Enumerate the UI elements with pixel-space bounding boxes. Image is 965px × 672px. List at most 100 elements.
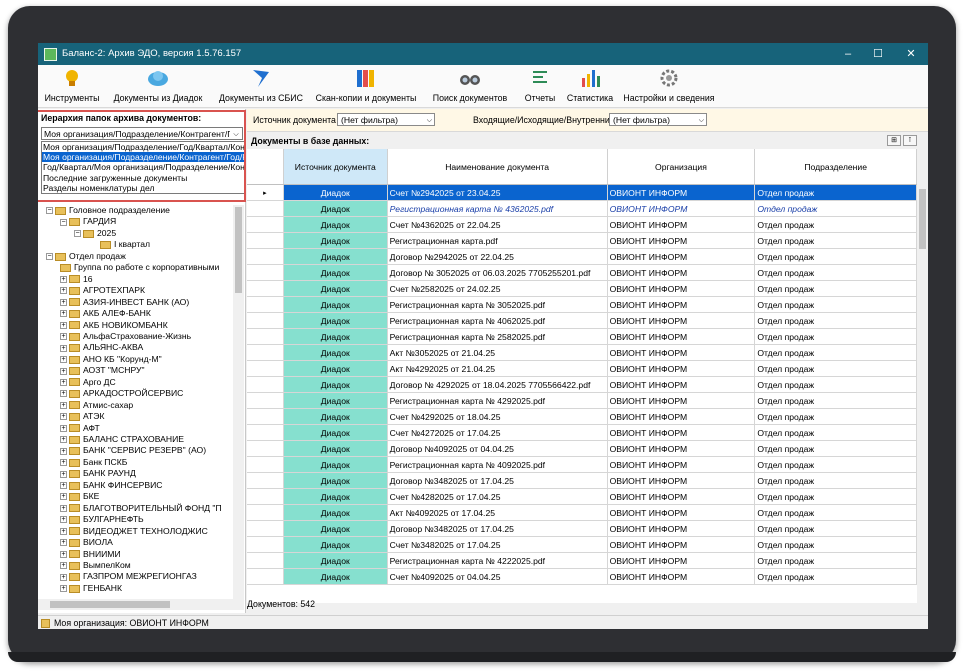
cell-document-name[interactable]: Регистрационная карта № 3052025.pdf	[387, 296, 608, 313]
expand-icon[interactable]: +	[60, 390, 67, 398]
cell-organization[interactable]: ОВИОНТ ИНФОРМ	[607, 376, 756, 393]
tree-node[interactable]: + ВИОЛА	[60, 537, 113, 548]
search-docs-button[interactable]: Поиск документов	[428, 67, 512, 105]
cell-source[interactable]: Диадок	[283, 312, 388, 329]
tree-node[interactable]: + ВИДЕОДЖЕТ ТЕХНОЛОДЖИС	[60, 526, 208, 537]
scroll-thumb[interactable]	[50, 601, 170, 608]
expand-icon[interactable]: +	[60, 287, 67, 295]
sbis-button[interactable]: Документы из СБИС	[216, 67, 306, 105]
cell-department[interactable]: Отдел продаж	[754, 536, 917, 553]
cell-department[interactable]: Отдел продаж	[754, 264, 917, 281]
cell-organization[interactable]: ОВИОНТ ИНФОРМ	[607, 568, 756, 585]
cell-department[interactable]: Отдел продаж	[754, 408, 917, 425]
cell-organization[interactable]: ОВИОНТ ИНФОРМ	[607, 200, 756, 217]
row-indicator[interactable]	[247, 248, 284, 265]
cell-source[interactable]: Диадок	[283, 472, 388, 489]
cell-document-name[interactable]: Регистрационная карта.pdf	[387, 232, 608, 249]
column-chooser-icon[interactable]: ⊞	[887, 135, 901, 146]
cell-organization[interactable]: ОВИОНТ ИНФОРМ	[607, 216, 756, 233]
expand-icon[interactable]: +	[60, 424, 67, 432]
cell-document-name[interactable]: Договор №3482025 от 17.04.25	[387, 472, 608, 489]
tree-node[interactable]: − Отдел продаж	[46, 251, 126, 262]
table-row[interactable]: Диадок Регистрационная карта № 4292025.pd…	[247, 392, 917, 409]
cell-department[interactable]: Отдел продаж	[754, 424, 917, 441]
minimize-button[interactable]: –	[833, 45, 863, 63]
pin-icon[interactable]: ⊺	[903, 135, 917, 146]
cell-document-name[interactable]: Регистрационная карта № 4362025.pdf	[387, 200, 608, 217]
cell-department[interactable]: Отдел продаж	[754, 472, 917, 489]
row-indicator[interactable]	[247, 296, 284, 313]
tree-node[interactable]: − ГАРДИЯ	[60, 216, 116, 227]
tree-node[interactable]: Группа по работе с корпоративными	[60, 262, 219, 273]
close-button[interactable]: ✕	[896, 45, 926, 63]
column-header-department[interactable]: Подразделение	[754, 149, 917, 185]
tree-node[interactable]: + АТЭК	[60, 411, 105, 422]
row-indicator[interactable]	[247, 200, 284, 217]
cell-organization[interactable]: ОВИОНТ ИНФОРМ	[607, 536, 756, 553]
expand-icon[interactable]: +	[60, 550, 67, 558]
expand-icon[interactable]: +	[60, 378, 67, 386]
tools-button[interactable]: Инструменты	[42, 67, 102, 105]
cell-document-name[interactable]: Счет №2582025 от 24.02.25	[387, 280, 608, 297]
cell-document-name[interactable]: Счет №4282025 от 17.04.25	[387, 488, 608, 505]
table-row[interactable]: Диадок Регистрационная карта № 2582025.pd…	[247, 328, 917, 345]
cell-source[interactable]: Диадок	[283, 440, 388, 457]
tree-node[interactable]: + АРКАДОСТРОЙСЕРВИС	[60, 388, 183, 399]
cell-source[interactable]: Диадок	[283, 248, 388, 265]
cell-department[interactable]: Отдел продаж	[754, 456, 917, 473]
row-indicator[interactable]	[247, 552, 284, 569]
row-indicator[interactable]	[247, 344, 284, 361]
row-indicator[interactable]	[247, 264, 284, 281]
row-indicator[interactable]	[247, 488, 284, 505]
diadoc-button[interactable]: Документы из Диадок	[110, 67, 206, 105]
cell-organization[interactable]: ОВИОНТ ИНФОРМ	[607, 456, 756, 473]
cell-source[interactable]: Диадок	[283, 504, 388, 521]
tree-node[interactable]: + Арго ДС	[60, 377, 116, 388]
cell-organization[interactable]: ОВИОНТ ИНФОРМ	[607, 392, 756, 409]
row-indicator[interactable]	[247, 280, 284, 297]
tree-node[interactable]: − Головное подразделение	[46, 205, 170, 216]
cell-source[interactable]: Диадок	[283, 552, 388, 569]
scans-button[interactable]: Скан-копии и документы	[313, 67, 419, 105]
table-row[interactable]: ▸ Диадок Счет №2942025 от 23.04.25 ОВИОНТ И…	[247, 184, 917, 201]
cell-department[interactable]: Отдел продаж	[754, 312, 917, 329]
cell-department[interactable]: Отдел продаж	[754, 280, 917, 297]
cell-department[interactable]: Отдел продаж	[754, 184, 917, 201]
grid-vertical-scrollbar[interactable]	[917, 149, 928, 613]
tree-node[interactable]: + БАНК ФИНСЕРВИС	[60, 480, 162, 491]
expand-icon[interactable]: +	[60, 573, 67, 581]
cell-organization[interactable]: ОВИОНТ ИНФОРМ	[607, 472, 756, 489]
cell-source[interactable]: Диадок	[283, 376, 388, 393]
cell-department[interactable]: Отдел продаж	[754, 504, 917, 521]
tree-node[interactable]: + БАНК РАУНД	[60, 468, 136, 479]
row-indicator[interactable]	[247, 424, 284, 441]
column-header-source[interactable]: Источник документа	[283, 149, 388, 185]
cell-department[interactable]: Отдел продаж	[754, 376, 917, 393]
tree-node[interactable]: + АНО КБ "Корунд-М"	[60, 354, 162, 365]
row-indicator[interactable]	[247, 456, 284, 473]
expand-icon[interactable]: +	[60, 459, 67, 467]
cell-department[interactable]: Отдел продаж	[754, 296, 917, 313]
expand-icon[interactable]: +	[60, 585, 67, 593]
expand-icon[interactable]: +	[60, 275, 67, 283]
cell-source[interactable]: Диадок	[283, 264, 388, 281]
cell-document-name[interactable]: Акт №4292025 от 21.04.25	[387, 360, 608, 377]
expand-icon[interactable]: +	[60, 298, 67, 306]
cell-source[interactable]: Диадок	[283, 216, 388, 233]
row-indicator[interactable]	[247, 536, 284, 553]
expand-icon[interactable]: +	[60, 516, 67, 524]
expand-icon[interactable]: +	[60, 539, 67, 547]
cell-document-name[interactable]: Регистрационная карта № 4292025.pdf	[387, 392, 608, 409]
tree-node[interactable]: + ВНИИМИ	[60, 549, 121, 560]
row-indicator[interactable]: ▸	[247, 184, 284, 201]
cell-document-name[interactable]: Договор № 4292025 от 18.04.2025 77055664…	[387, 376, 608, 393]
cell-document-name[interactable]: Регистрационная карта № 4222025.pdf	[387, 552, 608, 569]
column-header-organization[interactable]: Организация	[607, 149, 756, 185]
cell-document-name[interactable]: Регистрационная карта № 4062025.pdf	[387, 312, 608, 329]
cell-source[interactable]: Диадок	[283, 296, 388, 313]
table-row[interactable]: Диадок Счет №4292025 от 18.04.25 ОВИОНТ ИН…	[247, 408, 917, 425]
row-indicator[interactable]	[247, 360, 284, 377]
cell-organization[interactable]: ОВИОНТ ИНФОРМ	[607, 184, 756, 201]
cell-source[interactable]: Диадок	[283, 488, 388, 505]
cell-organization[interactable]: ОВИОНТ ИНФОРМ	[607, 488, 756, 505]
